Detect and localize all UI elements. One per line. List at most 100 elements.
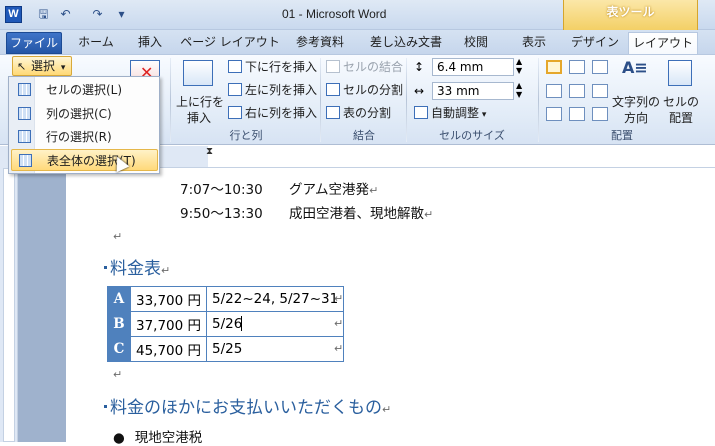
table-row[interactable]: A 33,700 円 5/22~24, 5/27~31 [107,286,345,312]
autofit-button[interactable]: 自動調整 ▾ [414,105,486,123]
table-cell-key[interactable]: A [107,286,131,312]
insert-above-line1: 上に行を [176,95,225,109]
undo-icon[interactable]: ↶ [58,7,73,22]
tab-file[interactable]: ファイル [6,32,62,54]
table-cell-price[interactable]: 45,700 円 [129,336,208,362]
table-cell-dates[interactable]: 5/25 [206,336,345,362]
ribbon-separator [320,58,321,142]
text-caret [241,316,242,331]
text-direction-button[interactable]: 文字列の 方向 [612,94,660,126]
split-table-button[interactable]: 表の分割 [326,105,391,121]
tab-insert[interactable]: 挿入 [128,32,172,54]
select-button-label: 選択 [31,59,56,73]
select-column-icon [18,107,31,120]
window-title: 01 - Microsoft Word [282,7,387,21]
tab-review[interactable]: 校閲 [456,32,496,54]
align-bottom-left-button[interactable] [546,107,562,121]
tab-mailings[interactable]: 差し込み文書 [362,32,450,54]
group-label-rows-cols: 行と列 [229,129,263,142]
table-row[interactable]: B 37,700 円 5/26 [107,311,345,337]
ribbon-separator [406,58,407,142]
ribbon-separator [538,58,539,142]
align-top-left-button[interactable] [546,60,562,74]
merge-cells-icon [326,60,340,73]
group-label-merge: 結合 [353,129,375,142]
row-height-spinner[interactable]: ▲ ▼ [516,57,522,75]
align-middle-left-button[interactable] [546,84,562,98]
align-middle-center-button[interactable] [569,84,585,98]
heading-other-payments-label: 料金のほかにお支払いいただくもの [110,398,382,418]
text-direction-line1: 文字列の [612,95,661,109]
align-bottom-right-button[interactable] [592,107,608,121]
heading-other-payments: 料金のほかにお支払いいただくもの↵ [104,393,391,418]
insert-col-left-button[interactable]: 左に列を挿入 [228,82,317,98]
insert-row-above-button[interactable]: 上に行を 挿入 [176,94,225,126]
tab-view[interactable]: 表示 [512,32,556,54]
customize-icon[interactable]: ▾ [114,7,129,22]
col-width-icon: ↔ [414,84,425,98]
select-table-icon [19,154,32,167]
ribbon-separator [170,58,171,142]
schedule-time-1: 7:07～10:30 [180,182,263,198]
table-cell-dates[interactable]: 5/26 [206,311,345,337]
insert-right-label: 右に列を挿入 [245,106,318,120]
menu-item-select-table[interactable]: 表全体の選択(T) [11,149,158,171]
bullet-item-label: 現地空港税 [134,430,203,446]
ruler-indent-marker[interactable]: ⧗ [206,146,213,157]
insert-above-line2: 挿入 [186,111,211,125]
menu-item-select-column[interactable]: 列の選択(C) [14,103,158,125]
cursor-arrow-icon: ↖ [17,60,27,73]
align-middle-right-button[interactable] [592,84,608,98]
insert-left-icon [228,83,242,96]
row-end-mark: ↵ [334,317,344,330]
schedule-text-1: グアム空港発↵ [289,182,379,198]
paragraph-mark: ↵ [113,230,123,243]
price-table[interactable]: A 33,700 円 5/22~24, 5/27~31 B 37,700 円 5… [107,286,345,362]
bullet-dot-icon: ● [113,430,125,446]
heading-price-table: 料金表↵ [104,254,170,279]
merge-cells-label: セルの結合 [343,60,404,74]
tab-design[interactable]: デザイン [566,32,624,54]
split-table-label: 表の分割 [343,106,392,120]
row-height-field[interactable]: 6.4 mm [432,58,514,76]
save-icon[interactable]: 🖫 [36,7,51,22]
table-cell-dates[interactable]: 5/22~24, 5/27~31 [206,286,345,312]
table-cell-price[interactable]: 37,700 円 [129,311,208,337]
tab-home[interactable]: ホーム [68,32,124,54]
tab-references[interactable]: 参考資料 [286,32,354,54]
vertical-ruler-white [3,168,15,442]
align-top-right-button[interactable] [592,60,608,74]
insert-col-right-button[interactable]: 右に列を挿入 [228,105,317,121]
insert-row-above-icon [183,60,213,86]
tab-layout[interactable]: レイアウト [628,32,698,54]
split-cells-label: セルの分割 [343,83,404,97]
tab-page-layout[interactable]: ページ レイアウト [180,32,280,54]
align-top-center-button[interactable] [569,60,585,74]
split-cells-button[interactable]: セルの分割 [326,82,403,98]
table-cell-price[interactable]: 33,700 円 [129,286,208,312]
cell-margins-line1: セルの [663,95,700,109]
select-cell-icon [18,83,31,96]
menu-item-select-row[interactable]: 行の選択(R) [14,126,158,148]
table-cell-key[interactable]: C [107,336,131,362]
col-width-spinner[interactable]: ▲ ▼ [516,81,522,99]
table-row[interactable]: C 45,700 円 5/25 [107,336,345,362]
horizontal-ruler[interactable]: ⧗ [158,146,715,168]
col-width-field[interactable]: 33 mm [432,82,514,100]
chevron-down-icon: ▾ [60,63,66,73]
word-app-icon[interactable]: W [5,6,22,23]
autofit-icon [414,106,428,119]
schedule-text-2-label: 成田空港着、現地解散 [289,206,424,222]
align-bottom-center-button[interactable] [569,107,585,121]
ruler-white-area [208,146,715,167]
cell-margins-button[interactable]: セルの 配置 [663,94,699,126]
cell-margins-line2: 配置 [668,111,693,125]
redo-icon[interactable]: ↷ [90,7,105,22]
insert-row-below-button[interactable]: 下に行を挿入 [228,59,317,75]
autofit-label: 自動調整 [431,106,480,120]
schedule-text-1-label: グアム空港発 [289,182,370,198]
table-cell-key[interactable]: B [107,311,131,337]
select-button[interactable]: ↖ 選択 ▾ [12,56,72,76]
menu-item-select-cell[interactable]: セルの選択(L) [14,79,158,101]
merge-cells-button[interactable]: セルの結合 [326,59,403,75]
